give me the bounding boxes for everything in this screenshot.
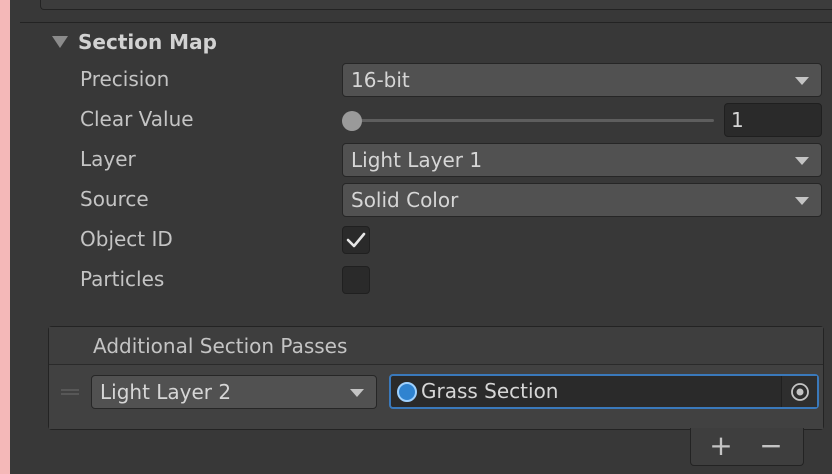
layer-value: Light Layer 1 [351, 148, 483, 172]
source-row: Source Solid Color [80, 183, 822, 219]
previous-section-edge [40, 0, 832, 10]
remove-item-button[interactable]: − [751, 430, 791, 462]
foldout-triangle-icon[interactable] [52, 36, 68, 48]
object-id-label: Object ID [80, 227, 173, 251]
precision-dropdown[interactable]: 16-bit [342, 63, 822, 97]
section-header[interactable]: Section Map [52, 28, 217, 56]
list-title: Additional Section Passes [93, 334, 348, 358]
drag-handle-icon[interactable] [61, 389, 79, 395]
clear-value-label: Clear Value [80, 107, 194, 131]
particles-checkbox[interactable] [342, 266, 370, 294]
pass-layer-value: Light Layer 2 [100, 380, 232, 404]
additional-passes-list: Additional Section Passes Light Layer 2 … [48, 326, 824, 430]
checkmark-icon [346, 232, 366, 248]
pass-object-value: Grass Section [421, 379, 559, 403]
precision-label: Precision [80, 67, 170, 91]
object-id-checkbox[interactable] [342, 226, 370, 254]
object-picker-icon[interactable] [781, 376, 817, 407]
caret-down-icon [795, 157, 809, 165]
clear-value-row: Clear Value 1 [80, 101, 822, 137]
list-header: Additional Section Passes [49, 327, 823, 365]
caret-down-icon [795, 197, 809, 205]
list-footer: + − [690, 428, 804, 466]
caret-down-icon [350, 389, 364, 397]
layer-dropdown[interactable]: Light Layer 1 [342, 143, 822, 177]
caret-down-icon [795, 77, 809, 85]
divider [20, 22, 832, 23]
section-title: Section Map [78, 30, 217, 54]
layer-row: Layer Light Layer 1 [80, 143, 822, 179]
inspector-panel: Section Map Precision 16-bit Clear Value… [10, 0, 832, 474]
layer-label: Layer [80, 147, 136, 171]
clear-value-input[interactable]: 1 [724, 103, 822, 137]
precision-value: 16-bit [351, 68, 410, 92]
source-dropdown[interactable]: Solid Color [342, 183, 822, 217]
particles-label: Particles [80, 267, 165, 291]
clear-value-slider-track[interactable] [342, 119, 714, 122]
clear-value-slider-knob[interactable] [342, 111, 362, 131]
asset-icon [397, 382, 417, 402]
add-item-button[interactable]: + [701, 430, 741, 462]
list-body: Light Layer 2 Grass Section [49, 365, 823, 429]
source-label: Source [80, 187, 149, 211]
precision-row: Precision 16-bit [80, 63, 822, 99]
pass-layer-dropdown[interactable]: Light Layer 2 [91, 375, 377, 409]
pass-object-field[interactable]: Grass Section [389, 374, 819, 409]
object-id-row: Object ID [80, 220, 822, 256]
particles-row: Particles [80, 260, 822, 296]
source-value: Solid Color [351, 188, 459, 212]
